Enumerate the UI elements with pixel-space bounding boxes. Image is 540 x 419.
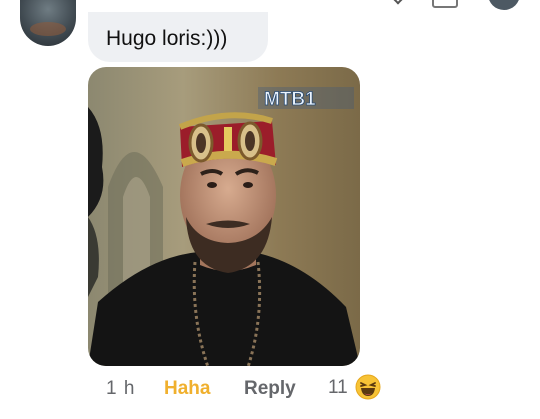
comment-actions: 1 h Haha Reply 11 (0, 374, 540, 404)
comment-photo-image: MTB1 (88, 67, 360, 366)
comment-text: Hugo loris:))) (106, 27, 228, 50)
haha-reaction-button[interactable]: Haha (164, 378, 210, 400)
commenter-avatar[interactable] (20, 0, 76, 46)
profile-avatar[interactable] (488, 0, 520, 10)
comment-time: 1 h (106, 378, 136, 399)
comment-bubble[interactable]: Hugo loris:))) (88, 12, 268, 62)
reaction-count[interactable]: 11 (328, 377, 348, 399)
reply-button[interactable]: Reply (244, 378, 296, 400)
channel-watermark: MTB1 (264, 89, 316, 110)
comment-photo[interactable]: MTB1 (88, 67, 360, 366)
haha-emoji-icon[interactable] (355, 374, 381, 400)
header-strip (0, 0, 540, 12)
share-icon[interactable] (432, 0, 458, 8)
chevron-down-icon[interactable] (389, 0, 407, 5)
